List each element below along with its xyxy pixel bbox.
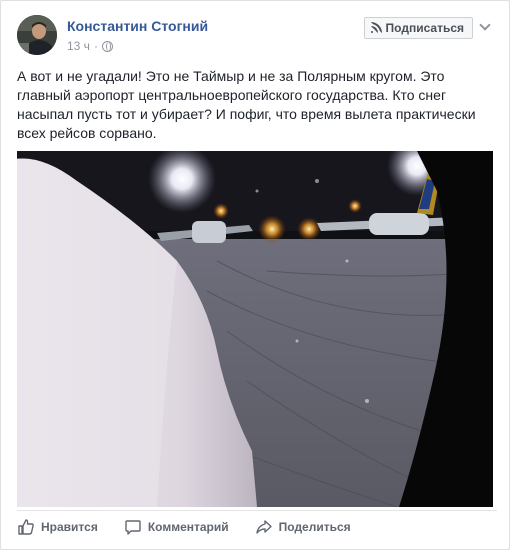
- post-header: Константин Стогний 13 ч · Подписаться: [17, 15, 497, 57]
- avatar[interactable]: [17, 15, 57, 55]
- globe-icon: [101, 40, 113, 52]
- like-button[interactable]: Нравится: [17, 518, 98, 536]
- comment-icon: [125, 520, 141, 535]
- thumbs-up-icon: [18, 519, 34, 535]
- post-photo[interactable]: [17, 151, 493, 507]
- share-button[interactable]: Поделиться: [255, 518, 351, 536]
- comment-button[interactable]: Комментарий: [124, 518, 229, 536]
- post-timestamp[interactable]: 13 ч: [67, 39, 90, 53]
- subscribe-label: Подписаться: [385, 21, 464, 35]
- chevron-down-icon[interactable]: [477, 19, 493, 35]
- post-text: А вот и не угадали! Это не Таймыр и не з…: [17, 68, 476, 141]
- share-icon: [255, 520, 272, 534]
- post-meta: 13 ч ·: [67, 39, 113, 53]
- post-actions: Нравится Комментарий Поделиться: [17, 510, 497, 543]
- subscribe-button[interactable]: Подписаться: [363, 17, 473, 39]
- author-name[interactable]: Константин Стогний: [67, 18, 208, 34]
- rss-icon: [370, 22, 382, 33]
- share-label: Поделиться: [278, 520, 351, 534]
- post-card: Константин Стогний 13 ч · Подписаться А …: [0, 0, 510, 550]
- like-label: Нравится: [41, 520, 98, 534]
- comment-label: Комментарий: [147, 520, 229, 534]
